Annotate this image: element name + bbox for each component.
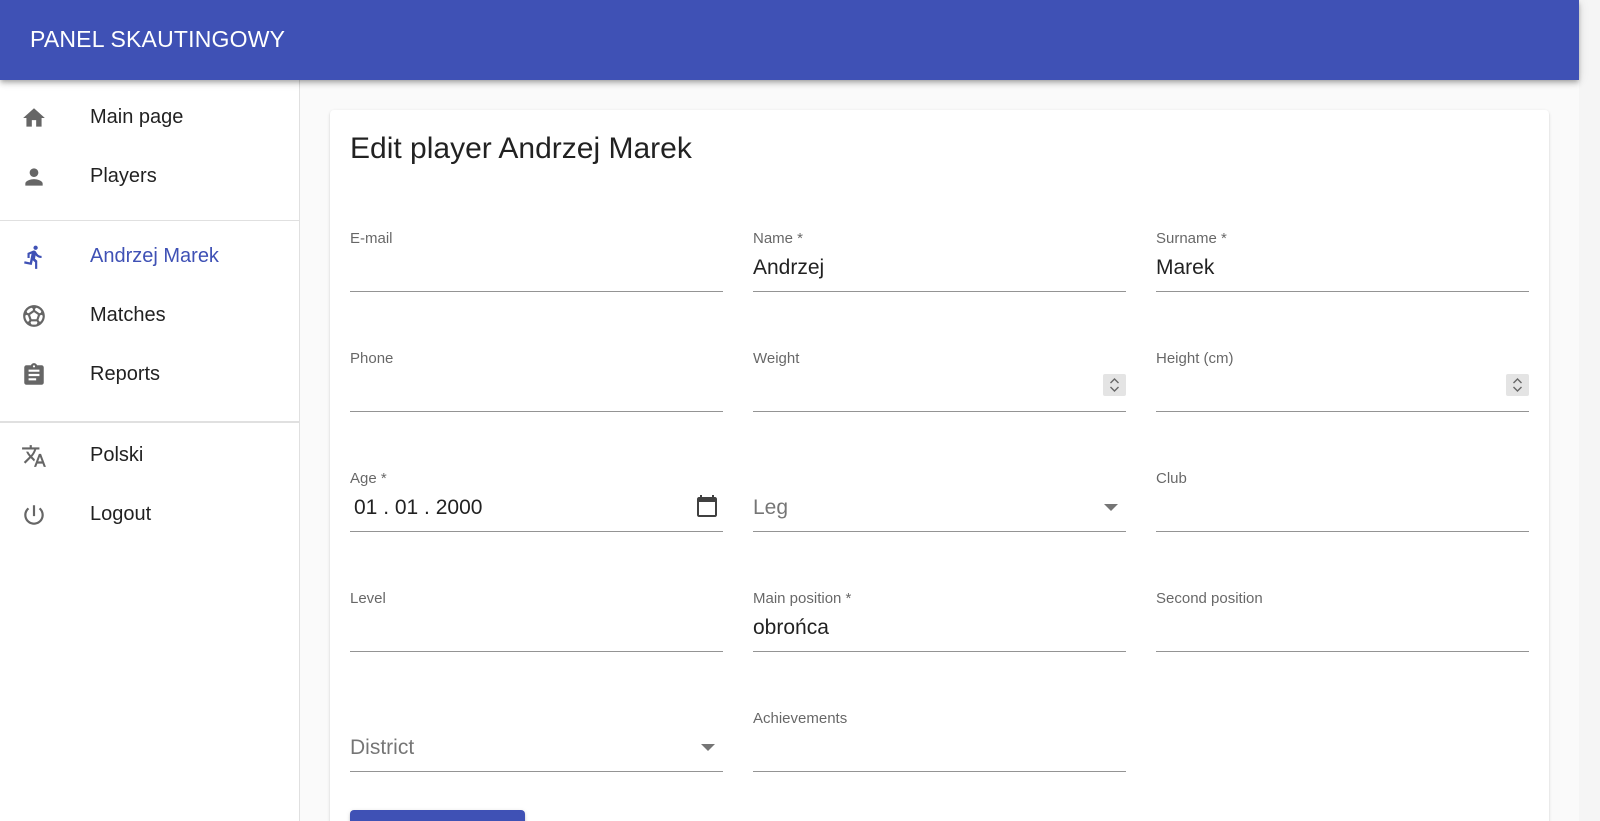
calendar-icon[interactable] xyxy=(695,494,719,518)
spinner-arrows-icon xyxy=(1110,378,1119,392)
nav-item-label: Polski xyxy=(90,443,144,466)
side-navigation: Main page Players Andrzej Marek Matches … xyxy=(0,80,300,821)
field-label: Surname * xyxy=(1156,230,1227,247)
number-spinner[interactable] xyxy=(1506,374,1529,396)
field-underline xyxy=(350,531,723,532)
nav-item-label: Players xyxy=(90,164,157,187)
main-position-field[interactable]: Main position * obrońca xyxy=(753,590,1126,652)
app-bar: PANEL SKAUTINGOWY xyxy=(0,0,1579,80)
nav-item-label: Reports xyxy=(90,362,161,385)
field-label: Main position * xyxy=(753,590,852,607)
field-label: Name * xyxy=(753,230,804,247)
scrollbar-track[interactable] xyxy=(1579,0,1600,821)
field-underline xyxy=(1156,651,1529,652)
submit-button[interactable] xyxy=(350,810,525,821)
home-icon xyxy=(20,104,48,132)
nav-item-label: Andrzej Marek xyxy=(90,244,219,267)
nav-item-main-page[interactable]: Main page xyxy=(0,87,299,147)
phone-field[interactable]: Phone xyxy=(350,350,723,412)
field-underline xyxy=(350,291,723,292)
field-label: Age * xyxy=(350,470,387,487)
field-underline xyxy=(753,291,1126,292)
nav-divider xyxy=(0,220,299,221)
field-value: Marek xyxy=(1156,256,1215,279)
page-title: Edit player Andrzej Marek xyxy=(350,132,692,165)
field-label: Phone xyxy=(350,350,394,367)
field-label: Weight xyxy=(753,350,800,367)
power-icon xyxy=(20,501,48,529)
sports-soccer-icon xyxy=(20,302,48,330)
directions-run-icon xyxy=(20,243,48,271)
leg-select[interactable]: Leg xyxy=(753,470,1126,532)
field-label: Achievements xyxy=(753,710,848,727)
nav-item-label: Logout xyxy=(90,502,152,525)
field-underline xyxy=(1156,291,1529,292)
nav-item-players[interactable]: Players xyxy=(0,146,299,206)
nav-divider xyxy=(0,421,299,423)
number-spinner[interactable] xyxy=(1103,374,1126,396)
select-placeholder: Leg xyxy=(753,496,789,519)
spinner-arrows-icon xyxy=(1513,378,1522,392)
dropdown-arrow-icon xyxy=(701,744,715,751)
nav-item-language[interactable]: Polski xyxy=(0,425,299,485)
field-underline xyxy=(1156,411,1529,412)
field-label: E-mail xyxy=(350,230,393,247)
select-placeholder: District xyxy=(350,736,415,759)
field-value: obrońca xyxy=(753,616,829,639)
field-underline xyxy=(350,651,723,652)
nav-item-label: Main page xyxy=(90,105,184,128)
field-underline xyxy=(350,771,723,772)
field-underline xyxy=(753,651,1126,652)
surname-field[interactable]: Surname * Marek xyxy=(1156,230,1529,292)
name-field[interactable]: Name * Andrzej xyxy=(753,230,1126,292)
edit-player-card: Edit player Andrzej Marek E-mail Name * … xyxy=(330,110,1549,821)
second-position-field[interactable]: Second position xyxy=(1156,590,1529,652)
district-select[interactable]: District xyxy=(350,710,723,772)
assignment-icon xyxy=(20,361,48,389)
field-label: Level xyxy=(350,590,386,607)
height-field[interactable]: Height (cm) xyxy=(1156,350,1529,412)
field-value: Andrzej xyxy=(753,256,825,279)
nav-item-logout[interactable]: Logout xyxy=(0,484,299,544)
dropdown-arrow-icon xyxy=(1104,504,1118,511)
person-icon xyxy=(20,163,48,191)
level-field[interactable]: Level xyxy=(350,590,723,652)
field-label: Club xyxy=(1156,470,1187,487)
nav-item-reports[interactable]: Reports xyxy=(0,344,299,404)
age-date-field[interactable]: Age * 01 . 01 . 2000 xyxy=(350,470,723,532)
field-underline xyxy=(350,411,723,412)
field-underline xyxy=(753,411,1126,412)
field-value: 01 . 01 . 2000 xyxy=(354,496,483,519)
achievements-field[interactable]: Achievements xyxy=(753,710,1126,772)
field-underline xyxy=(753,531,1126,532)
field-underline xyxy=(753,771,1126,772)
field-label: Height (cm) xyxy=(1156,350,1234,367)
app-title: PANEL SKAUTINGOWY xyxy=(30,26,286,52)
field-underline xyxy=(1156,531,1529,532)
nav-item-player-profile[interactable]: Andrzej Marek xyxy=(0,226,299,286)
nav-item-matches[interactable]: Matches xyxy=(0,285,299,345)
nav-item-label: Matches xyxy=(90,303,166,326)
weight-field[interactable]: Weight xyxy=(753,350,1126,412)
translate-icon xyxy=(20,442,48,470)
email-field[interactable]: E-mail xyxy=(350,230,723,292)
field-label: Second position xyxy=(1156,590,1263,607)
club-field[interactable]: Club xyxy=(1156,470,1529,532)
